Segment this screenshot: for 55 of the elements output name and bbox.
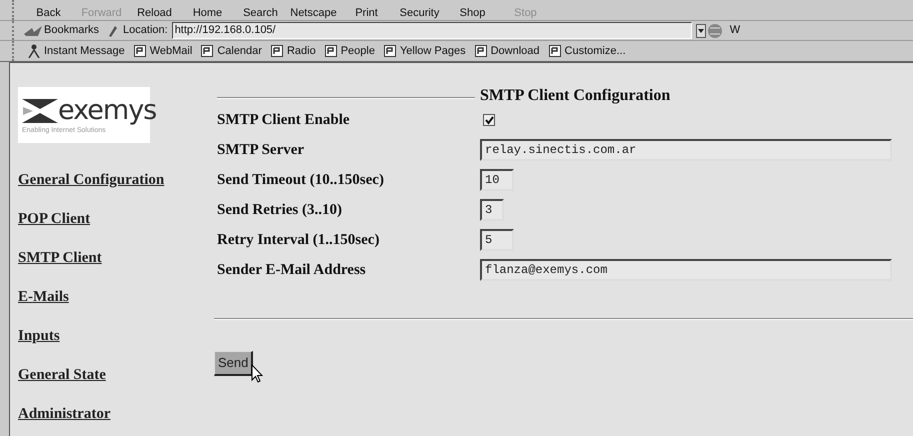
person-icon xyxy=(28,44,40,58)
input-field[interactable]: 3 xyxy=(480,199,504,221)
related-button[interactable]: W xyxy=(730,22,740,39)
bookmark-icon xyxy=(324,45,337,57)
field-label: SMTP Client Enable xyxy=(217,110,351,130)
toolbar-button[interactable]: Shop xyxy=(446,7,499,20)
form-title: SMTP Client Configuration xyxy=(480,87,670,105)
toolbar-link[interactable]: Customize... xyxy=(548,42,626,60)
toolbar-link[interactable]: Download xyxy=(474,42,540,60)
toolbar-link[interactable]: WebMail xyxy=(134,42,192,60)
cursor-icon xyxy=(251,364,263,383)
toolbar-link[interactable]: Calendar xyxy=(201,42,262,60)
bookmark-icon xyxy=(270,45,283,57)
url-field[interactable]: http://192.168.0.105/ xyxy=(172,22,692,39)
caret-icon xyxy=(698,28,704,32)
toolbar-button[interactable]: Security xyxy=(393,7,446,20)
toolbar-button[interactable]: Home xyxy=(181,7,234,20)
toolbar-button[interactable]: Search xyxy=(234,7,287,20)
bookmark-icon xyxy=(474,45,487,57)
toolbar-button[interactable]: Back xyxy=(22,7,75,20)
input-field[interactable]: 5 xyxy=(480,229,514,251)
toolbar-link[interactable]: Yellow Pages xyxy=(384,42,466,60)
sidebar-link[interactable]: General Configuration xyxy=(18,171,217,189)
bookmark-icon xyxy=(201,45,214,57)
sidebar-link[interactable]: General State xyxy=(18,366,217,384)
logo-wordmark: exemys xyxy=(58,95,156,126)
field-label: Send Timeout (10..150sec) xyxy=(217,170,385,190)
toolbar-button[interactable]: Print xyxy=(340,7,393,20)
field-label: Send Retries (3..10) xyxy=(217,200,343,220)
toolbar-button[interactable]: Reload xyxy=(128,7,181,20)
bookmark-icon xyxy=(384,45,396,57)
location-label: Location: xyxy=(123,23,168,38)
field-label: Retry Interval (1..150sec) xyxy=(217,230,380,250)
checkbox[interactable] xyxy=(483,114,495,126)
bookmarks-button[interactable]: Bookmarks xyxy=(44,22,100,39)
sidebar-link[interactable]: E-Mails xyxy=(18,288,217,306)
input-field[interactable]: relay.sinectis.com.ar xyxy=(480,139,892,161)
field-label: SMTP Server xyxy=(217,140,306,160)
send-button[interactable]: Send xyxy=(214,351,254,376)
sidebar-link[interactable]: POP Client xyxy=(18,210,217,228)
location-icon xyxy=(107,24,120,38)
toolbar-link[interactable]: People xyxy=(324,42,375,60)
toolbar-link[interactable]: Radio xyxy=(270,42,316,60)
bookmark-icon xyxy=(548,45,561,57)
sidebar-link[interactable]: Inputs xyxy=(18,327,217,345)
toolbar-link[interactable]: Instant Message xyxy=(28,42,125,60)
sidebar-link[interactable]: SMTP Client xyxy=(18,249,217,267)
logo-mark-icon xyxy=(22,97,58,125)
dropdown-button[interactable] xyxy=(696,24,706,38)
sidebar-link[interactable]: Administrator xyxy=(18,405,217,423)
input-field[interactable]: 10 xyxy=(480,169,514,191)
field-label: Sender E-Mail Address xyxy=(217,260,367,280)
bookmark-icon xyxy=(134,45,146,57)
toolbar-button[interactable]: Netscape xyxy=(287,7,340,20)
input-field[interactable]: flanza@exemys.com xyxy=(480,259,892,281)
